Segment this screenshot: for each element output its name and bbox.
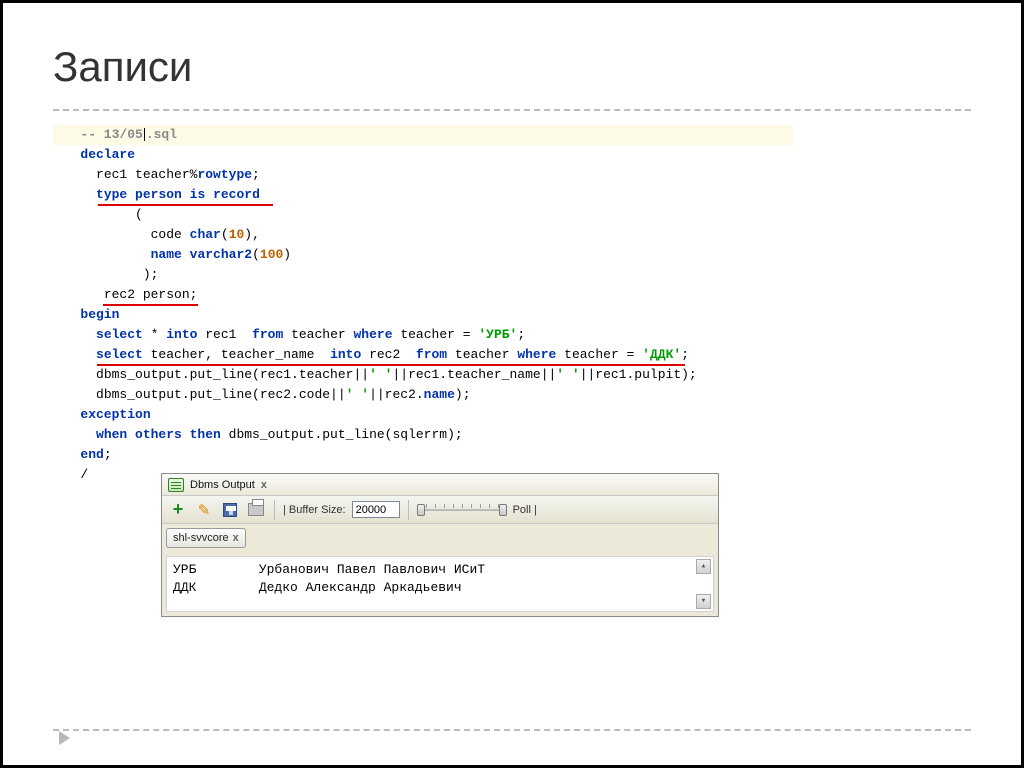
panel-toolbar: + ✎ | Buffer Size: Poll | — [162, 496, 718, 524]
slide-frame: Записи -- 13/05.sql declare rec1 teacher… — [0, 0, 1024, 768]
poll-slider[interactable] — [417, 502, 507, 518]
scroll-down-button[interactable]: ▾ — [696, 594, 711, 609]
connection-tabs: shl-svvcore x — [162, 524, 718, 552]
dbms-output-panel: Dbms Output x + ✎ | Buffer Size: Poll | … — [161, 473, 719, 617]
buffer-size-input[interactable] — [352, 501, 400, 518]
panel-title: Dbms Output — [190, 479, 255, 491]
connection-tab[interactable]: shl-svvcore x — [166, 528, 246, 548]
dbms-icon — [168, 478, 184, 492]
red-underline-2 — [103, 304, 198, 306]
output-row: УРБ Урбанович Павел Павлович ИСиТ — [173, 561, 707, 579]
poll-label: Poll | — [513, 504, 537, 516]
text-cursor — [144, 128, 145, 141]
save-button[interactable] — [220, 500, 240, 520]
print-button[interactable] — [246, 500, 266, 520]
buffer-size-label: | Buffer Size: — [283, 504, 346, 516]
add-button[interactable]: + — [168, 500, 188, 520]
edit-button[interactable]: ✎ — [194, 500, 214, 520]
comment-text: -- 13/05 — [80, 127, 142, 142]
toolbar-separator — [274, 500, 275, 520]
output-row: ДДК Дедко Александр Аркадьевич — [173, 579, 707, 597]
disk-icon — [223, 503, 237, 517]
red-underline-1 — [98, 204, 273, 206]
connection-close[interactable]: x — [233, 532, 239, 544]
slider-end — [499, 504, 507, 516]
title-underline — [53, 109, 971, 111]
toolbar-separator-2 — [408, 500, 409, 520]
slide-marker-icon — [59, 731, 70, 745]
panel-close-x[interactable]: x — [261, 479, 267, 491]
scroll-up-button[interactable]: ▴ — [696, 559, 711, 574]
footer-divider — [53, 729, 971, 731]
slide-title: Записи — [53, 43, 971, 91]
slider-thumb[interactable] — [417, 504, 425, 516]
connection-name: shl-svvcore — [173, 532, 229, 544]
printer-icon — [248, 503, 264, 516]
panel-header: Dbms Output x — [162, 474, 718, 496]
code-block: -- 13/05.sql declare rec1 teacher%rowtyp… — [53, 125, 971, 485]
output-textarea[interactable]: УРБ Урбанович Павел Павлович ИСиТ ДДК Де… — [166, 556, 714, 612]
red-underline-3 — [97, 364, 685, 366]
